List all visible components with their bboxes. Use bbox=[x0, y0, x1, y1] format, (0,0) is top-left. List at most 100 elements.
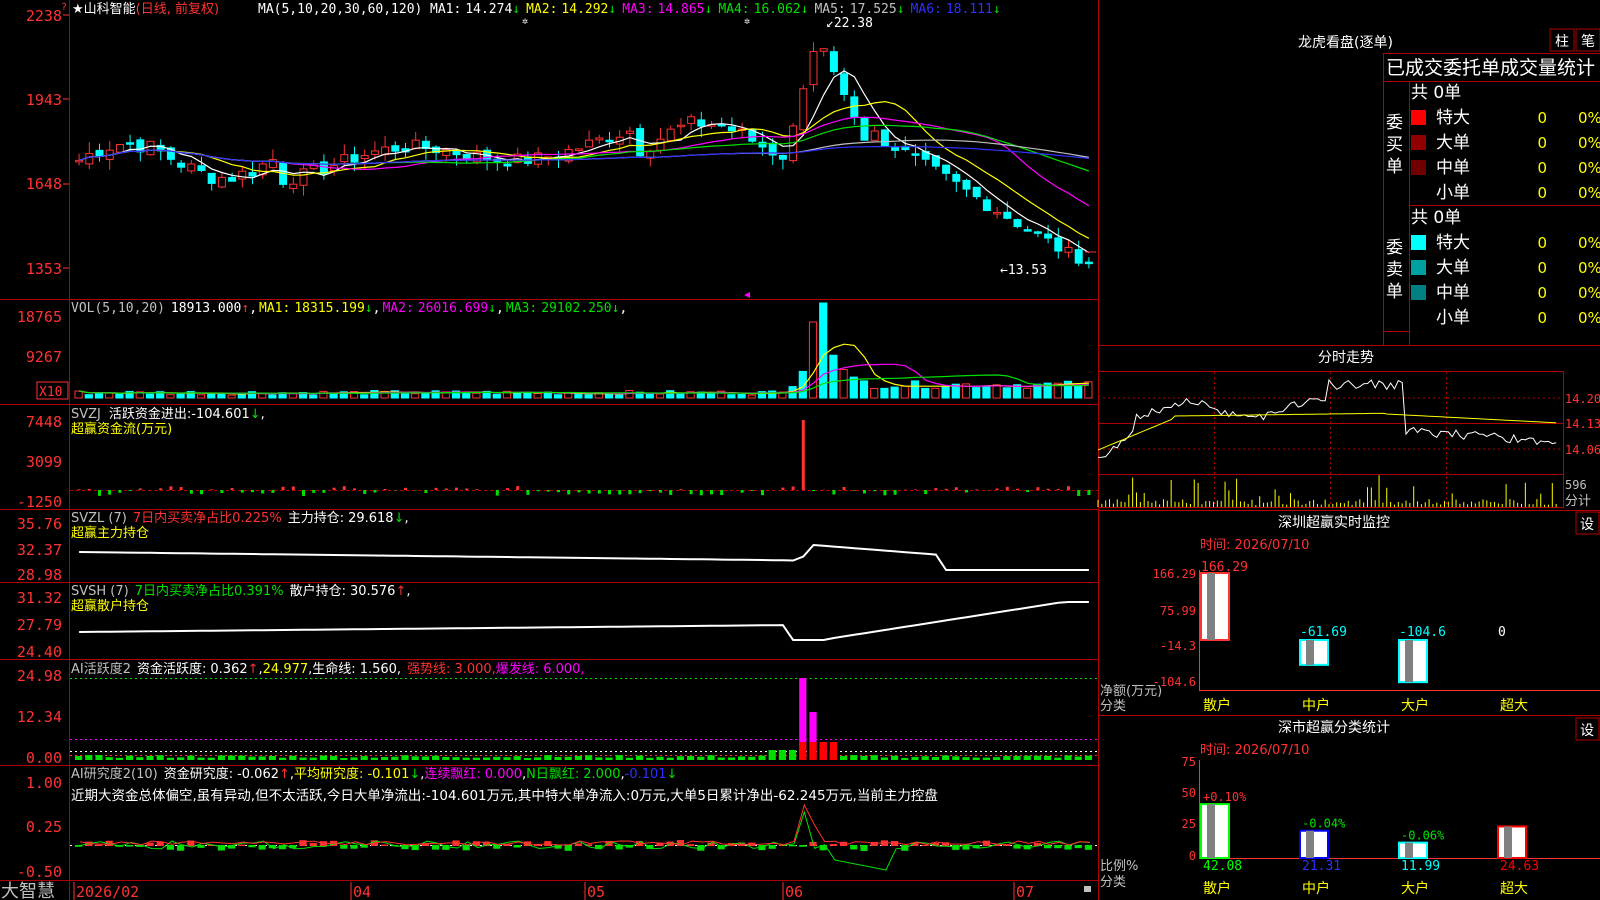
lock-icon[interactable] bbox=[1084, 886, 1091, 892]
svzj-bar bbox=[189, 490, 193, 494]
ai-activity-y-axis: 24.98 12.34 0.00 bbox=[17, 667, 62, 767]
lhb-panel[interactable]: 龙虎看盘(逐单) 柱 笔 已成交委托单成交量统计 委买单共 0单特大 0 0%大单 0… bbox=[1298, 28, 1600, 345]
ai-activity-bar bbox=[503, 757, 511, 760]
ai-activity-bar bbox=[370, 757, 378, 760]
svzj-bar bbox=[210, 489, 214, 490]
ai-activity-panel[interactable]: 24.98 12.34 0.00 AI活跃度2 资金活跃度: 0.362↑,24.9… bbox=[17, 661, 1098, 767]
svzl-y-axis: 35.76 32.37 28.98 bbox=[17, 515, 62, 584]
svg-text:0.25: 0.25 bbox=[26, 818, 62, 836]
volume-bar bbox=[421, 392, 430, 399]
ai-activity-bar bbox=[707, 755, 715, 760]
candle-body bbox=[1003, 211, 1012, 219]
stats-value-label: 11.99 bbox=[1401, 859, 1440, 874]
stats-diff-label: -0.04% bbox=[1302, 817, 1346, 831]
kline-panel[interactable]: 2238 1943 1648 1353 ? ★山科智能(日线, 前复权) MA(… bbox=[26, 1, 1096, 298]
ai-activity-bar bbox=[778, 750, 786, 760]
volume-ma-lines bbox=[78, 343, 1089, 395]
ai-activity-bar bbox=[891, 755, 899, 760]
ai-activity-bar bbox=[605, 757, 613, 760]
monitor-panel[interactable]: 深圳超赢实时监控 设 时间: 2026/07/10 166.29 75.99 -… bbox=[1100, 511, 1600, 714]
ai-activity-bar bbox=[401, 755, 409, 760]
intraday-panel[interactable]: 分时走势 14.20 14.13 14.06 596 分计 bbox=[1097, 350, 1600, 509]
volume-panel[interactable]: 18765 9267 X10 VOL(5,10,20) 18913.000↑, MA… bbox=[17, 301, 1093, 400]
svzj-bar bbox=[363, 490, 367, 494]
candle-body bbox=[126, 142, 135, 145]
svzj-bar bbox=[1067, 486, 1070, 490]
svzl-line bbox=[79, 543, 1089, 571]
monitor-time: 时间: 2026/07/10 bbox=[1200, 538, 1309, 553]
svg-text:75: 75 bbox=[1182, 755, 1196, 769]
ai-research-bar bbox=[789, 845, 797, 847]
svzj-bar bbox=[251, 490, 254, 493]
ai-activity-bar-base bbox=[809, 742, 817, 760]
svzj-bar bbox=[710, 490, 713, 495]
ai-activity-bar bbox=[850, 755, 858, 760]
stats-value-label: 42.08 bbox=[1203, 859, 1242, 874]
svzj-bar bbox=[271, 490, 275, 493]
svsh-panel[interactable]: 31.32 27.79 24.40 SVSH (7) 7日内买卖净占比0.391%… bbox=[17, 583, 1089, 661]
svzj-bar bbox=[1005, 486, 1009, 490]
ai-research-bar bbox=[146, 842, 154, 846]
stats-category: 大户 bbox=[1401, 880, 1429, 897]
candle-body bbox=[207, 172, 216, 184]
svg-text:75.99: 75.99 bbox=[1160, 604, 1196, 618]
svzj-bar bbox=[312, 490, 316, 493]
question-mark-icon[interactable]: ? bbox=[61, 2, 67, 13]
ai-activity-bar bbox=[676, 756, 684, 760]
brand-label: 大智慧 bbox=[1, 881, 55, 900]
ai-activity-bar bbox=[544, 755, 552, 760]
svzj-panel[interactable]: 7448 3099 -1250 SVZJ 活跃资金进出:-104.601↓, 超赢… bbox=[17, 406, 1098, 511]
volume-bar bbox=[268, 394, 277, 399]
candle-body bbox=[177, 162, 186, 168]
ai-activity-bar bbox=[442, 756, 450, 760]
stats-panel[interactable]: 深市超赢分类统计 设 时间: 2026/07/10 75 50 25 0 比例%… bbox=[1100, 717, 1600, 897]
ai-activity-bar bbox=[228, 755, 236, 760]
ai-activity-bar bbox=[319, 755, 327, 760]
ai-activity-bar bbox=[95, 755, 103, 760]
ai-activity-bar bbox=[177, 757, 185, 760]
ai-activity-bar bbox=[513, 756, 521, 760]
ai-research-bar bbox=[544, 841, 552, 846]
lhb-swatch bbox=[1411, 185, 1426, 200]
candle-body bbox=[1023, 229, 1032, 232]
ai-research-commentary: 近期大资金总体偏空,虽有异动,但不太活跃,今日大单净流出:-104.601万元,… bbox=[71, 787, 938, 804]
ai-activity-bar bbox=[452, 757, 460, 760]
svzj-bar bbox=[302, 490, 305, 496]
candle-body bbox=[452, 150, 461, 156]
ai-research-bar bbox=[95, 844, 103, 846]
monitor-bar-label: 166.29 bbox=[1201, 560, 1248, 575]
ai-activity-bar bbox=[952, 756, 960, 760]
event-marker[interactable]: ✲ bbox=[744, 16, 750, 27]
ai-activity-bar bbox=[105, 757, 113, 760]
svzl-panel[interactable]: 35.76 32.37 28.98 SVZL (7) 7日内买卖净占比0.225%… bbox=[17, 510, 1089, 584]
svzj-bar bbox=[842, 486, 846, 490]
volume-bar bbox=[145, 393, 155, 399]
svzj-bar bbox=[138, 488, 142, 490]
ai-activity-bar bbox=[870, 755, 878, 760]
svzj-bar bbox=[965, 490, 968, 493]
ai-activity-bar bbox=[636, 755, 644, 760]
ai-activity-bars bbox=[75, 678, 1092, 760]
ai-activity-bar bbox=[615, 755, 623, 760]
svg-text:31.32: 31.32 bbox=[17, 589, 62, 607]
candle-body bbox=[187, 163, 196, 172]
svg-text:28.98: 28.98 bbox=[17, 566, 62, 584]
candle-body bbox=[799, 88, 808, 131]
lhb-row-name: 特大 bbox=[1436, 108, 1470, 128]
ai-research-panel[interactable]: 1.00 0.25 -0.50 AI研究度2(10) 资金研究度: -0.062↑,… bbox=[17, 766, 1098, 881]
date-tick: 04 bbox=[353, 883, 371, 900]
volume-bar bbox=[645, 393, 654, 399]
svzj-bar bbox=[893, 490, 897, 495]
lhb-row-pct: 0% bbox=[1578, 284, 1600, 302]
event-marker[interactable]: ✲ bbox=[522, 16, 528, 27]
svzj-bar bbox=[567, 490, 571, 495]
svzj-bar bbox=[679, 489, 683, 490]
stock-chart-canvas[interactable]: 2238 1943 1648 1353 ? ★山科智能(日线, 前复权) MA(… bbox=[0, 0, 1600, 900]
candle-body bbox=[860, 116, 869, 141]
svzj-y-axis: 7448 3099 -1250 bbox=[17, 413, 62, 511]
lhb-total: 共 0单 bbox=[1411, 83, 1461, 103]
stats-category: 超大 bbox=[1500, 881, 1528, 897]
candle-body bbox=[197, 165, 206, 172]
monitor-bar-shade bbox=[1306, 640, 1314, 665]
volume-bar bbox=[910, 380, 920, 399]
